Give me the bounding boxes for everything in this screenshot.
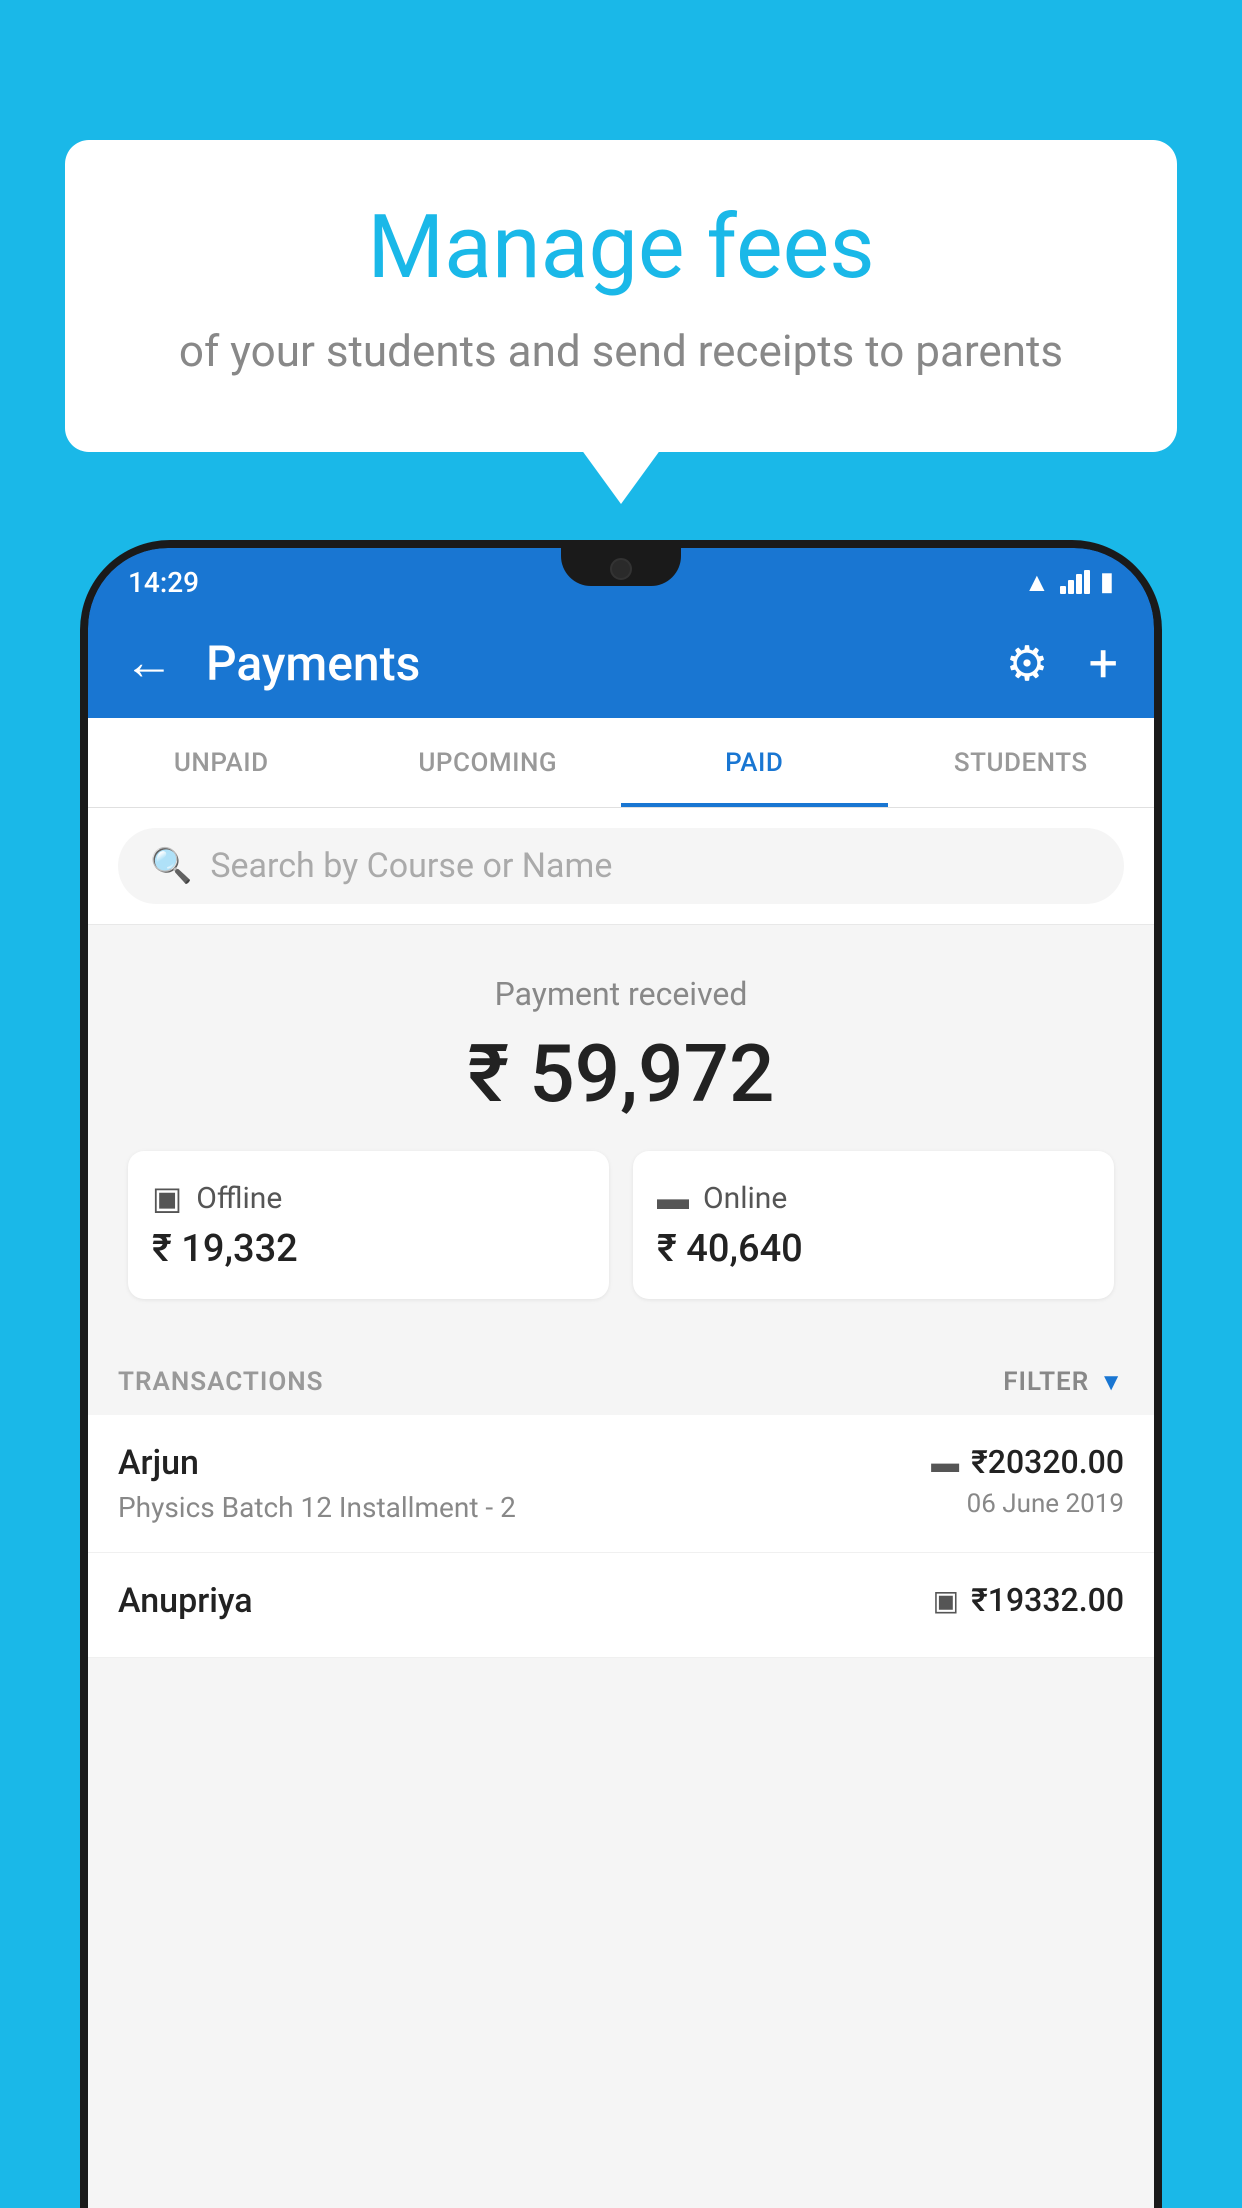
transactions-list: Arjun Physics Batch 12 Installment - 2 ▬…: [88, 1415, 1154, 1658]
search-container: 🔍 Search by Course or Name: [88, 808, 1154, 925]
app-title: Payments: [206, 635, 981, 692]
add-button[interactable]: +: [1088, 633, 1118, 694]
table-row[interactable]: Arjun Physics Batch 12 Installment - 2 ▬…: [88, 1415, 1154, 1553]
notch: [561, 548, 681, 586]
transaction-amount: ₹20320.00: [971, 1443, 1124, 1481]
online-payment-card: ▬ Online ₹ 40,640: [633, 1151, 1114, 1299]
settings-icon[interactable]: ⚙: [1005, 635, 1048, 692]
phone-screen: 14:29 ▲ ▮ ← Payme: [88, 548, 1154, 2208]
tabs-bar: UNPAID UPCOMING PAID STUDENTS: [88, 718, 1154, 808]
camera: [610, 558, 632, 580]
filter-button[interactable]: FILTER ▼: [1003, 1367, 1124, 1397]
online-icon: ▬: [657, 1179, 689, 1217]
signal-icon: [1060, 570, 1090, 594]
transaction-amount-row: ▬ ₹20320.00: [931, 1443, 1124, 1481]
transaction-left: Arjun Physics Batch 12 Installment - 2: [118, 1443, 931, 1524]
online-amount: ₹ 40,640: [657, 1227, 803, 1271]
tab-paid[interactable]: PAID: [621, 718, 888, 807]
status-icons: ▲ ▮: [1024, 567, 1114, 598]
bubble-subtitle: of your students and send receipts to pa…: [145, 321, 1097, 383]
transaction-name: Anupriya: [118, 1581, 933, 1621]
battery-icon: ▮: [1100, 567, 1114, 597]
search-bar[interactable]: 🔍 Search by Course or Name: [118, 828, 1124, 904]
cash-payment-icon: ▣: [933, 1584, 959, 1617]
search-input-placeholder[interactable]: Search by Course or Name: [210, 846, 612, 886]
back-button[interactable]: ←: [124, 638, 174, 688]
offline-amount: ₹ 19,332: [152, 1227, 298, 1271]
online-card-header: ▬ Online: [657, 1179, 787, 1217]
tab-students[interactable]: STUDENTS: [888, 718, 1155, 807]
transaction-name: Arjun: [118, 1443, 931, 1483]
app-bar: ← Payments ⚙ +: [88, 608, 1154, 718]
filter-icon: ▼: [1099, 1368, 1124, 1397]
phone-inner: 14:29 ▲ ▮ ← Payme: [88, 548, 1154, 2208]
phone-frame: 14:29 ▲ ▮ ← Payme: [80, 540, 1162, 2208]
offline-payment-card: ▣ Offline ₹ 19,332: [128, 1151, 609, 1299]
transactions-header: TRANSACTIONS FILTER ▼: [88, 1339, 1154, 1415]
tab-upcoming[interactable]: UPCOMING: [355, 718, 622, 807]
status-time: 14:29: [128, 566, 199, 599]
transaction-course: Physics Batch 12 Installment - 2: [118, 1491, 931, 1524]
filter-label: FILTER: [1003, 1367, 1089, 1397]
transaction-amount: ₹19332.00: [971, 1581, 1124, 1619]
offline-card-header: ▣ Offline: [152, 1179, 282, 1217]
payment-received-label: Payment received: [118, 975, 1124, 1013]
payment-cards: ▣ Offline ₹ 19,332 ▬ Online ₹ 40,640: [118, 1151, 1124, 1309]
search-icon: 🔍: [150, 846, 192, 886]
transaction-left: Anupriya: [118, 1581, 933, 1629]
online-label: Online: [703, 1181, 787, 1216]
bubble-title: Manage fees: [145, 200, 1097, 297]
speech-bubble: Manage fees of your students and send re…: [65, 140, 1177, 452]
offline-label: Offline: [196, 1181, 282, 1216]
table-row[interactable]: Anupriya ▣ ₹19332.00: [88, 1553, 1154, 1658]
offline-icon: ▣: [152, 1179, 182, 1217]
transaction-right: ▬ ₹20320.00 06 June 2019: [931, 1443, 1124, 1519]
transactions-label: TRANSACTIONS: [118, 1367, 324, 1397]
payment-summary: Payment received ₹ 59,972 ▣ Offline ₹ 19…: [88, 925, 1154, 1339]
transaction-date: 06 June 2019: [967, 1489, 1124, 1519]
screen-content: 🔍 Search by Course or Name Payment recei…: [88, 808, 1154, 2208]
transaction-right: ▣ ₹19332.00: [933, 1581, 1124, 1619]
card-payment-icon: ▬: [931, 1446, 959, 1479]
wifi-icon: ▲: [1024, 567, 1050, 598]
speech-bubble-container: Manage fees of your students and send re…: [65, 140, 1177, 452]
transaction-amount-row: ▣ ₹19332.00: [933, 1581, 1124, 1619]
tab-unpaid[interactable]: UNPAID: [88, 718, 355, 807]
payment-total-amount: ₹ 59,972: [118, 1027, 1124, 1121]
